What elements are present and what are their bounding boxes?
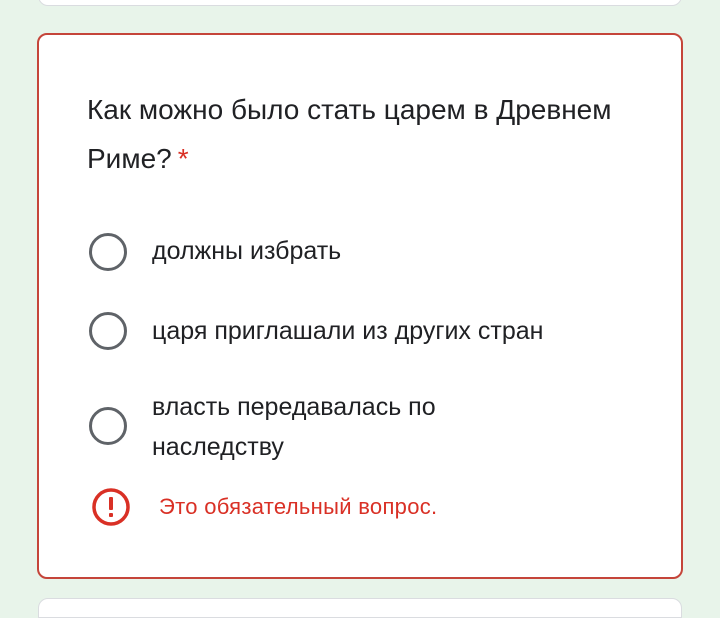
error-message: Это обязательный вопрос. <box>91 485 651 529</box>
option-label[interactable]: царя приглашали из других стран <box>152 311 632 351</box>
radio-button[interactable] <box>89 233 127 271</box>
exclamation-circle-icon <box>92 488 130 526</box>
previous-question-card <box>38 0 682 6</box>
error-text: Это обязательный вопрос. <box>159 494 438 519</box>
question-text: Как можно было стать царем в Древнем Рим… <box>87 94 612 174</box>
next-question-card <box>38 598 682 618</box>
required-asterisk: * <box>177 143 189 174</box>
radio-button[interactable] <box>89 407 127 445</box>
radio-button[interactable] <box>89 312 127 350</box>
option-label[interactable]: должны избрать <box>152 231 632 271</box>
option-label[interactable]: власть передавалась по наследству <box>152 387 512 467</box>
question-title: Как можно было стать царем в Древнем Рим… <box>87 85 647 183</box>
question-card: Как можно было стать царем в Древнем Рим… <box>37 33 683 579</box>
